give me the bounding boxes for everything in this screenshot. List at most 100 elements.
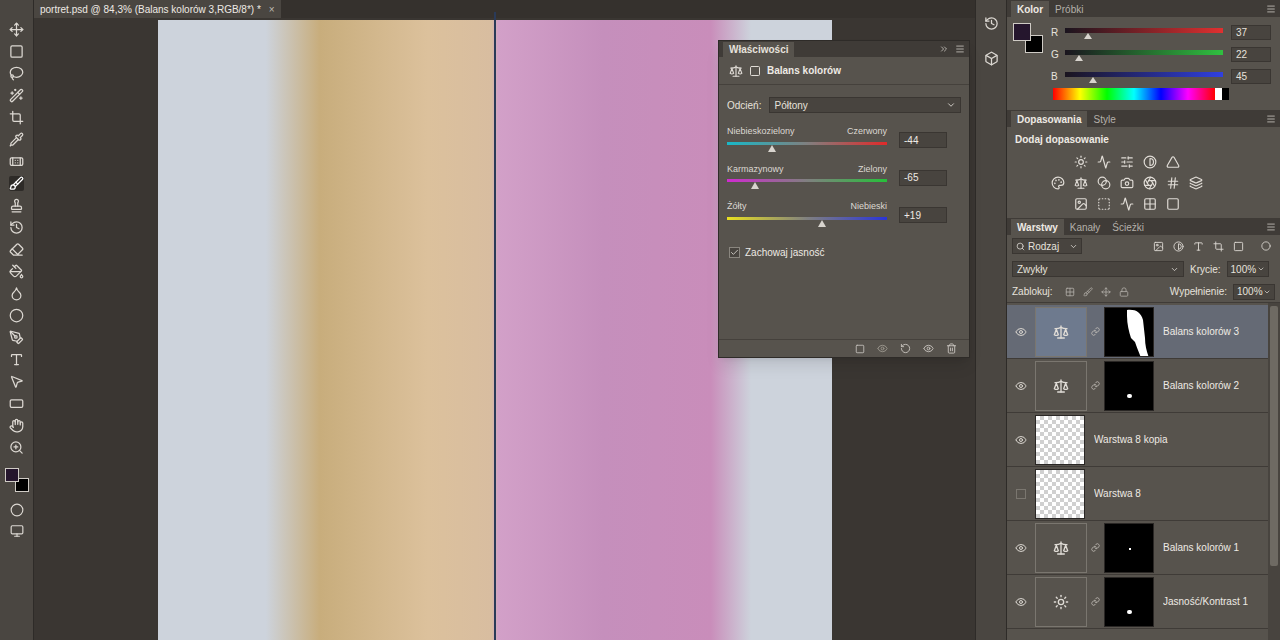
filter-dropdown[interactable]: Rodzaj bbox=[1012, 238, 1082, 254]
fill-field[interactable]: 100% bbox=[1233, 284, 1275, 300]
layer-name[interactable]: Balans kolorów 2 bbox=[1163, 378, 1239, 393]
panel-tab[interactable]: Kanały bbox=[1064, 219, 1107, 235]
panel-tab[interactable]: Właściwości bbox=[723, 42, 794, 57]
preserve-luminosity-checkbox[interactable]: Zachowaj jasność bbox=[719, 245, 969, 260]
channel-thumb[interactable] bbox=[1089, 77, 1097, 83]
layer-mask-thumbnail[interactable] bbox=[1104, 577, 1154, 627]
shape-filter-icon[interactable] bbox=[1213, 241, 1224, 252]
shape-tool-icon[interactable] bbox=[9, 396, 24, 411]
lasso-tool-icon[interactable] bbox=[9, 66, 24, 81]
view-previous-icon[interactable] bbox=[877, 343, 888, 354]
panel-tab[interactable]: Style bbox=[1087, 111, 1121, 127]
panel-menu-icon[interactable] bbox=[955, 44, 965, 54]
panel-tab[interactable]: Kolor bbox=[1011, 1, 1049, 17]
slider-value[interactable]: +19 bbox=[899, 207, 947, 223]
layer-row[interactable]: Balans kolorów 2 bbox=[1007, 359, 1268, 413]
blend-mode-dropdown[interactable]: Zwykły bbox=[1012, 261, 1184, 277]
slider-thumb[interactable] bbox=[751, 182, 759, 189]
eyedropper-icon[interactable] bbox=[9, 132, 24, 147]
channel-thumb[interactable] bbox=[1075, 55, 1083, 61]
layer-thumbnail[interactable] bbox=[1035, 415, 1085, 465]
layer-name[interactable]: Jasność/Kontrast 1 bbox=[1163, 594, 1248, 609]
zoom-tool-icon[interactable] bbox=[9, 440, 24, 455]
blur-tool-icon[interactable] bbox=[9, 286, 24, 301]
visibility-eye-icon[interactable] bbox=[1015, 326, 1027, 338]
channel-thumb[interactable] bbox=[1084, 33, 1092, 39]
color-balance-icon[interactable] bbox=[1074, 176, 1088, 190]
layer-name[interactable]: Warstwa 8 bbox=[1094, 486, 1141, 501]
visibility-eye-icon[interactable] bbox=[1015, 596, 1027, 608]
close-tab-button[interactable]: × bbox=[269, 2, 275, 17]
slider-value[interactable]: -44 bbox=[899, 132, 947, 148]
hand-tool-icon[interactable] bbox=[9, 418, 24, 433]
layer-row[interactable]: Warstwa 8 bbox=[1007, 467, 1268, 521]
panel-tab[interactable]: Dopasowania bbox=[1011, 111, 1087, 127]
layer-name[interactable]: Balans kolorów 3 bbox=[1163, 324, 1239, 339]
gradient-map-icon[interactable] bbox=[1120, 197, 1134, 211]
channel-value[interactable]: 22 bbox=[1231, 47, 1271, 62]
opacity-field[interactable]: 100% bbox=[1227, 261, 1269, 277]
vibrance-icon[interactable] bbox=[1166, 155, 1180, 169]
slider-value[interactable]: -65 bbox=[899, 170, 947, 186]
layer-name[interactable]: Balans kolorów 1 bbox=[1163, 540, 1239, 555]
history-brush-icon[interactable] bbox=[9, 220, 24, 235]
visibility-toggle[interactable] bbox=[1016, 489, 1026, 499]
smart-filter-icon[interactable] bbox=[1233, 241, 1244, 252]
layer-name[interactable]: Warstwa 8 kopia bbox=[1094, 432, 1168, 447]
color-lookup-icon[interactable] bbox=[1166, 176, 1180, 190]
layers-scrollbar[interactable] bbox=[1268, 303, 1280, 640]
magic-wand-icon[interactable] bbox=[9, 88, 24, 103]
selective-color-icon[interactable] bbox=[1143, 197, 1157, 211]
curves-icon[interactable] bbox=[1120, 155, 1134, 169]
threshold-icon[interactable] bbox=[1097, 197, 1111, 211]
lock-position-icon[interactable] bbox=[1101, 287, 1111, 297]
channel-value[interactable]: 37 bbox=[1231, 25, 1271, 40]
visibility-eye-icon[interactable] bbox=[1015, 380, 1027, 392]
solid-fill-icon[interactable] bbox=[1166, 197, 1180, 211]
mask-link-icon[interactable] bbox=[1091, 543, 1100, 552]
slider-thumb[interactable] bbox=[768, 145, 776, 152]
pen-tool-icon[interactable] bbox=[9, 330, 24, 345]
hue-saturation-icon[interactable] bbox=[1051, 176, 1065, 190]
panel-menu-icon[interactable] bbox=[1266, 4, 1276, 14]
layer-row[interactable]: Jasność/Kontrast 1 bbox=[1007, 575, 1268, 629]
clone-stamp-icon[interactable] bbox=[9, 198, 24, 213]
clip-icon[interactable] bbox=[855, 344, 865, 354]
channel-track[interactable] bbox=[1065, 50, 1223, 55]
slider-track[interactable] bbox=[727, 142, 887, 145]
adjustment-thumbnail[interactable] bbox=[1035, 307, 1087, 357]
layer-mask-thumbnail[interactable] bbox=[1104, 307, 1154, 357]
filter-toggle-icon[interactable] bbox=[1261, 241, 1271, 251]
adjustment-thumbnail[interactable] bbox=[1035, 577, 1087, 627]
pixel-filter-icon[interactable] bbox=[1153, 241, 1164, 252]
panel-tab[interactable]: Ścieżki bbox=[1106, 219, 1150, 235]
panel-menu-icon[interactable] bbox=[1266, 114, 1276, 124]
screen-mode-icon[interactable] bbox=[10, 524, 24, 538]
lock-transparency-icon[interactable] bbox=[1065, 287, 1075, 297]
slider-thumb[interactable] bbox=[818, 220, 826, 227]
posterize-icon[interactable] bbox=[1074, 197, 1088, 211]
photo-filter-icon[interactable] bbox=[1120, 176, 1134, 190]
exposure-icon[interactable] bbox=[1143, 155, 1157, 169]
layer-mask-thumbnail[interactable] bbox=[1104, 361, 1154, 411]
lock-all-icon[interactable] bbox=[1119, 287, 1129, 297]
layer-row[interactable]: Warstwa 8 kopia bbox=[1007, 413, 1268, 467]
mask-link-icon[interactable] bbox=[1091, 381, 1100, 390]
crop-tool-icon[interactable] bbox=[9, 110, 24, 125]
layer-row[interactable]: Balans kolorów 3 bbox=[1007, 305, 1268, 359]
color-swatches[interactable] bbox=[5, 468, 29, 492]
invert-icon[interactable] bbox=[1189, 176, 1203, 190]
guide-line[interactable] bbox=[494, 12, 496, 640]
color-spectrum[interactable] bbox=[1053, 88, 1229, 100]
tone-dropdown[interactable]: Półtony bbox=[769, 97, 961, 113]
marquee-tool-icon[interactable] bbox=[9, 44, 24, 59]
healing-brush-icon[interactable] bbox=[9, 154, 24, 169]
type-filter-icon[interactable] bbox=[1193, 241, 1204, 252]
visibility-eye-icon[interactable] bbox=[1015, 542, 1027, 554]
document-tab[interactable]: portret.psd @ 84,3% (Balans kolorów 3,RG… bbox=[34, 0, 281, 18]
collapse-icon[interactable] bbox=[939, 44, 949, 54]
layer-row[interactable]: Balans kolorów 1 bbox=[1007, 521, 1268, 575]
brightness-icon[interactable] bbox=[1074, 155, 1088, 169]
panel-tab[interactable]: Warstwy bbox=[1011, 219, 1064, 235]
slider-track[interactable] bbox=[727, 217, 887, 220]
